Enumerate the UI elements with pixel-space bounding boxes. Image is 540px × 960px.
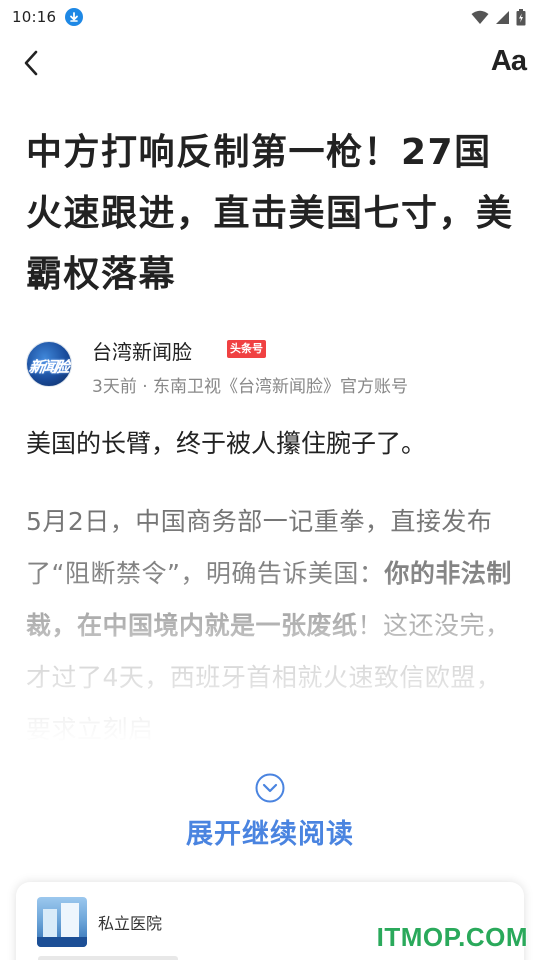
back-button[interactable] [20, 48, 46, 78]
status-indicators [471, 8, 526, 26]
back-arrow-icon [24, 50, 38, 76]
site-watermark: ITMOP.COM [376, 922, 528, 952]
expand-reading-button[interactable]: 展开继续阅读 [0, 768, 540, 858]
lead-paragraph: 美国的长臂，终于被人攥住腕子了。 [26, 429, 427, 458]
body-paragraph: 5月2日，中国商务部一记重拳，直接发布了“阻断禁令”，明确告诉美国：你的非法制裁… [26, 496, 518, 756]
chevron-down-circle-icon [255, 773, 285, 803]
status-time: 10:16 [12, 8, 57, 26]
font-size-button[interactable]: Aa [480, 44, 527, 78]
expand-label: 展开继续阅读 [186, 819, 354, 850]
article-meta: 3天前 · 东南卫视《台湾新闻脸》官方账号 [92, 377, 409, 397]
status-bar: 10:16 [0, 0, 540, 34]
download-notification-icon [65, 8, 84, 26]
signal-icon [496, 10, 509, 24]
recommendation-subtext [38, 956, 178, 960]
author-avatar[interactable]: 新闻脸 [26, 341, 72, 387]
author-info[interactable]: 新闻脸 台湾新闻脸 头条号 3天前 · 东南卫视《台湾新闻脸》官方账号 [26, 336, 516, 402]
article-title: 中方打响反制第一枪！27国火速跟进，直击美国七寸，美霸权落幕 [26, 132, 514, 295]
wifi-icon [471, 10, 489, 24]
battery-icon [516, 8, 526, 25]
top-nav-bar: Aa [0, 34, 540, 90]
recommendation-title: 私立医院 [98, 914, 163, 933]
recommendation-thumbnail [37, 897, 87, 947]
author-name[interactable]: 台湾新闻脸 [92, 336, 192, 365]
article-page: 10:16 Aa 中方打响反制第一枪！27国火速跟进，直击美国七寸，美霸权落幕 … [0, 0, 540, 960]
avatar-logo-text: 新闻脸 [27, 358, 70, 376]
toutiao-badge: 头条号 [227, 340, 266, 358]
